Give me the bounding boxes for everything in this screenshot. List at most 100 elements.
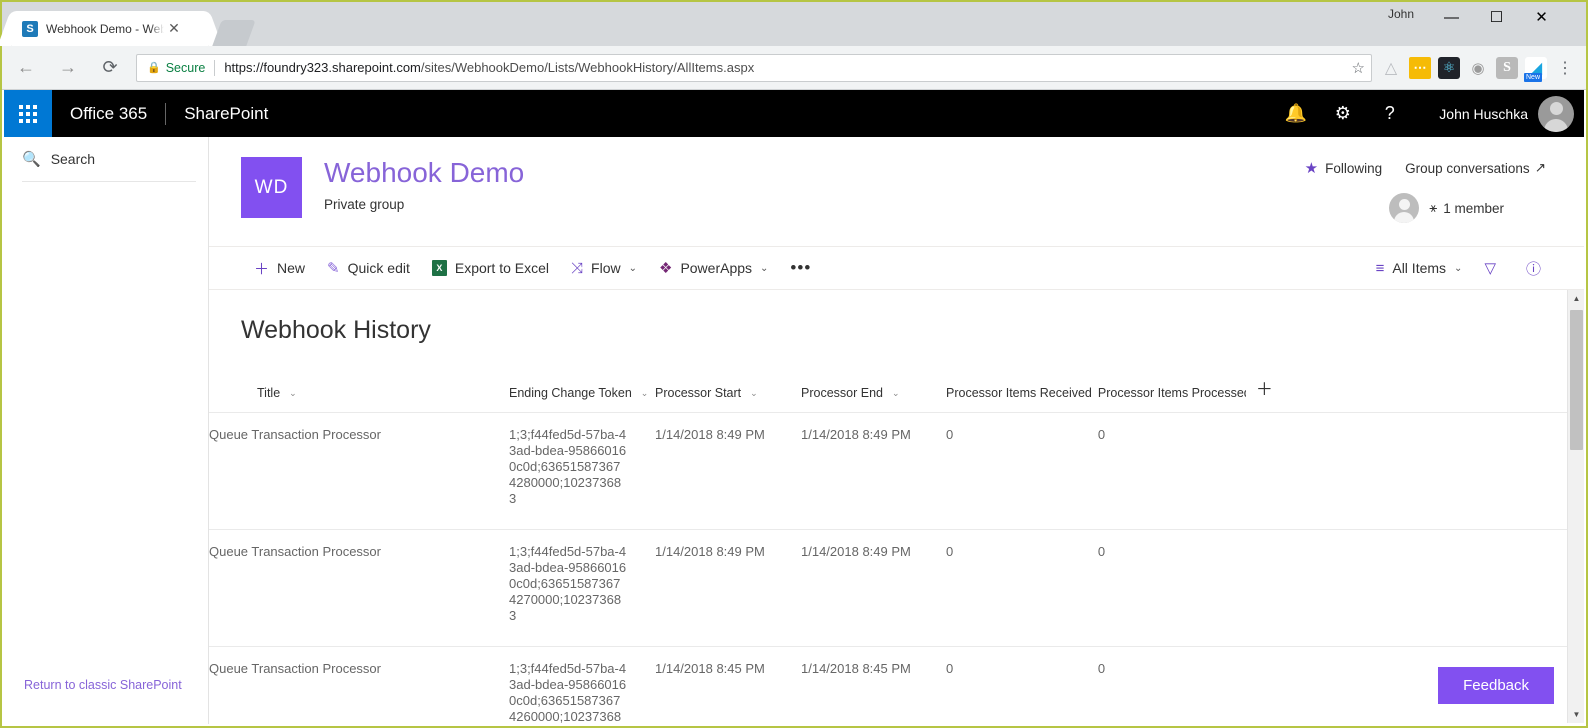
new-extension-icon[interactable]: ◢ New	[1524, 56, 1547, 82]
table-row[interactable]: Queue Transaction Processor 1;3;f44fed5d…	[209, 412, 1567, 530]
member-avatar-body	[1394, 212, 1415, 223]
person-icon: ⚹	[1429, 200, 1438, 215]
nav-divider	[22, 181, 196, 182]
scrollbar-thumb[interactable]	[1570, 310, 1583, 450]
powerapps-button-label: PowerApps	[680, 260, 753, 276]
powerapps-button[interactable]: ❖ PowerApps ⌄	[648, 246, 779, 290]
s-extension-icon[interactable]: S	[1496, 56, 1518, 79]
column-header-title[interactable]: Title ⌄	[209, 375, 509, 413]
sharepoint-app-link[interactable]: SharePoint	[184, 104, 268, 124]
google-drive-icon[interactable]: △	[1380, 57, 1402, 79]
column-header-processor-items-received[interactable]: Processor Items Received	[946, 375, 1098, 413]
cell-spacer	[1252, 413, 1567, 530]
window-minimize-button[interactable]: —	[1429, 2, 1474, 32]
browser-toolbar: ← → ⟳ 🔒 Secure https://foundry323.sharep…	[2, 46, 1586, 90]
following-button[interactable]: Following	[1325, 161, 1382, 176]
page-title[interactable]: Webhook Demo	[324, 157, 524, 189]
vertical-scrollbar[interactable]: ▲ ▼	[1567, 290, 1584, 723]
column-label: Processor End	[801, 386, 883, 400]
filter-button[interactable]: ▽	[1473, 246, 1515, 290]
app-launcher-waffle-icon[interactable]	[4, 90, 52, 137]
cell-items-processed: 0	[1097, 661, 1106, 676]
cell-items-received: 0	[946, 544, 954, 559]
window-user-label[interactable]: John	[1388, 7, 1414, 21]
new-button-label: New	[277, 260, 306, 276]
chevron-down-icon: ⌄	[289, 387, 297, 398]
chevron-down-icon: ⌄	[891, 387, 900, 398]
table-row[interactable]: Queue Transaction Processor 1;3;f44fed5d…	[209, 646, 1567, 723]
forward-button[interactable]: →	[50, 50, 86, 86]
page-content: WD Webhook Demo Private group ★ Followin…	[209, 137, 1584, 724]
film-reel-icon[interactable]: ◉	[1467, 57, 1489, 79]
site-title-block: Webhook Demo Private group	[324, 157, 524, 246]
cell-processor-end: 1/14/2018 8:49 PM	[801, 544, 911, 559]
reload-button[interactable]: ⟳	[92, 50, 128, 86]
chevron-down-icon: ⌄	[750, 387, 758, 398]
token-text: 1;3;f44fed5d-57ba-43ad-bdea-958660160c0d…	[509, 544, 627, 623]
help-icon[interactable]: ?	[1366, 90, 1413, 137]
export-to-excel-button-label: Export to Excel	[454, 260, 550, 276]
column-label: Processor Items Processed	[1097, 386, 1246, 400]
column-header-ending-change-token[interactable]: Ending Change Token ⌄	[509, 375, 655, 413]
member-count-label[interactable]: 1 member	[1443, 201, 1504, 216]
export-to-excel-button[interactable]: X Export to Excel	[421, 246, 560, 290]
cell-items-processed: 0	[1097, 427, 1106, 442]
back-button[interactable]: ←	[8, 50, 44, 86]
tab-close-icon[interactable]: ✕	[166, 20, 182, 37]
dots-extension-icon[interactable]: ⋯	[1409, 56, 1431, 79]
suitebar-user-name[interactable]: John Huschka	[1439, 106, 1528, 122]
browser-menu-icon[interactable]: ⋮	[1554, 57, 1576, 79]
site-header: WD Webhook Demo Private group ★ Followin…	[209, 137, 1584, 246]
site-actions-row: ★ Following Group conversations ↗	[1305, 159, 1546, 177]
browser-window: S Webhook Demo - Webho ✕ John — ☐ ✕ ← → …	[0, 0, 1588, 728]
excel-icon: X	[431, 260, 447, 276]
scroll-up-arrow-icon[interactable]: ▲	[1568, 290, 1584, 307]
details-info-button[interactable]: ⓘ	[1515, 246, 1560, 290]
members-row[interactable]: ⚹ 1 member	[1389, 193, 1504, 223]
user-avatar[interactable]	[1538, 95, 1574, 132]
more-commands-button[interactable]: •••	[779, 246, 822, 290]
column-label: Title	[257, 386, 281, 400]
cell-items-processed: 0	[1097, 544, 1106, 559]
address-bar[interactable]: 🔒 Secure https://foundry323.sharepoint.c…	[136, 53, 1372, 82]
column-header-processor-start[interactable]: Processor Start ⌄	[655, 375, 801, 413]
cell-items-received: 0	[946, 661, 954, 676]
flow-button[interactable]: ⤨ Flow ⌄	[560, 246, 648, 290]
cell-processor-start: 1/14/2018 8:49 PM	[655, 544, 765, 559]
add-column-button[interactable]: ＋	[1252, 375, 1567, 413]
view-selector-label: All Items	[1392, 260, 1447, 276]
scroll-down-arrow-icon[interactable]: ▼	[1568, 706, 1584, 723]
search-input[interactable]: 🔍 Search	[4, 137, 208, 181]
omnibox-divider	[214, 59, 216, 76]
group-conversations-link[interactable]: Group conversations	[1405, 161, 1530, 176]
settings-gear-icon[interactable]: ⚙	[1319, 90, 1366, 137]
bookmark-star-icon[interactable]: ☆	[1352, 59, 1365, 77]
table-row[interactable]: Queue Transaction Processor 1;3;f44fed5d…	[209, 529, 1567, 647]
cell-spacer	[1252, 530, 1567, 647]
plus-icon: ＋	[1255, 380, 1273, 399]
table-header-row: Title ⌄ Ending Change Token ⌄ Processor St…	[209, 375, 1567, 413]
plus-icon: ＋	[254, 260, 270, 278]
office365-brand-link[interactable]: Office 365	[70, 104, 147, 124]
secure-label: Secure	[165, 60, 206, 75]
quick-edit-button-label: Quick edit	[347, 260, 410, 276]
window-maximize-button[interactable]: ☐	[1474, 2, 1519, 32]
new-tab-button[interactable]	[212, 20, 256, 46]
react-devtools-icon[interactable]: ⚛	[1438, 56, 1460, 79]
browser-tab[interactable]: S Webhook Demo - Webho ✕	[12, 11, 208, 46]
list-table: Title ⌄ Ending Change Token ⌄ Processor St…	[209, 375, 1567, 723]
column-header-processor-items-processed[interactable]: Processor Items Processed	[1098, 375, 1252, 413]
command-bar: ＋ New ✎ Quick edit X Export to Excel ⤨ F…	[209, 246, 1584, 290]
column-header-processor-end[interactable]: Processor End ⌄	[801, 375, 946, 413]
list-table-header: Title ⌄ Ending Change Token ⌄ Processor St…	[209, 375, 1567, 413]
view-selector-button[interactable]: ≡ All Items ⌄	[1365, 246, 1474, 290]
window-close-button[interactable]: ✕	[1519, 2, 1564, 32]
feedback-button[interactable]: Feedback	[1438, 667, 1554, 704]
token-text: 1;3;f44fed5d-57ba-43ad-bdea-958660160c0d…	[509, 661, 627, 723]
notifications-icon[interactable]: 🔔	[1272, 90, 1319, 137]
avatar-body	[1544, 118, 1568, 132]
new-button[interactable]: ＋ New	[243, 246, 316, 290]
return-to-classic-sharepoint-link[interactable]: Return to classic SharePoint	[24, 678, 182, 692]
chevron-down-icon: ⌄	[760, 262, 769, 274]
quick-edit-button[interactable]: ✎ Quick edit	[316, 246, 421, 290]
